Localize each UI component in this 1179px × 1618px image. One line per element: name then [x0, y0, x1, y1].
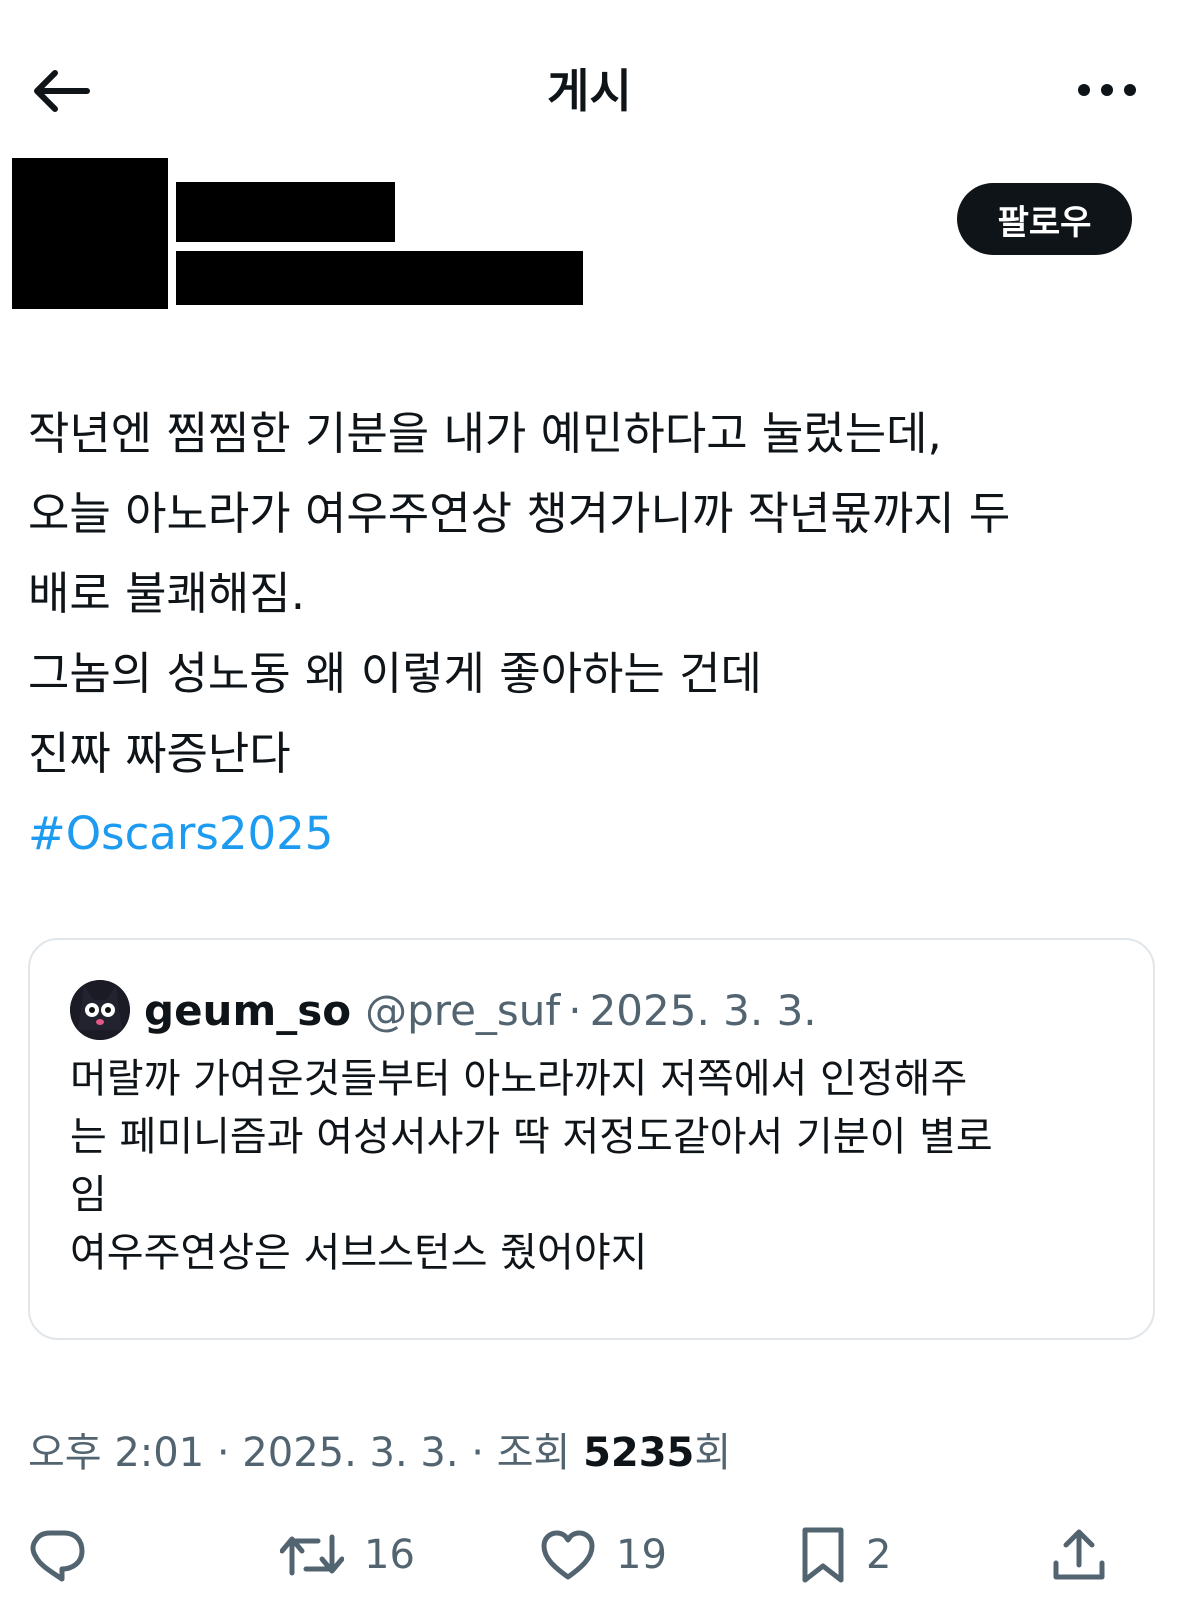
like-button[interactable]: 19 — [540, 1515, 667, 1595]
post-text-line: 배로 불쾌해짐. — [28, 567, 306, 620]
quoted-author-handle[interactable]: @pre_suf — [365, 986, 560, 1035]
quoted-text-line: 여우주연상은 서브스턴스 줬어야지 — [70, 1230, 648, 1276]
follow-button[interactable]: 팔로우 — [957, 183, 1132, 255]
views-count[interactable]: 5235 — [583, 1430, 694, 1476]
separator-dot: · — [458, 1430, 497, 1476]
quoted-text-line: 머랄까 가여운것들부터 아노라까지 저쪽에서 인정해주 — [70, 1056, 968, 1102]
post-meta: 오후 2:01 · 2025. 3. 3. · 조회 5235회 — [28, 1420, 731, 1478]
post-text-line: 오늘 아노라가 여우주연상 챙겨가니까 작년몫까지 두 — [28, 487, 1011, 540]
post-text-line: 그놈의 성노동 왜 이렇게 좋아하는 건데 — [28, 647, 762, 700]
retweet-button[interactable]: 16 — [280, 1515, 415, 1595]
redacted-display-name — [176, 182, 395, 242]
redacted-username — [176, 251, 583, 305]
page-title: 게시 — [547, 64, 632, 118]
post-date: 2025. 3. 3. — [242, 1430, 459, 1476]
share-button[interactable] — [1052, 1515, 1106, 1595]
heart-icon — [541, 1530, 595, 1580]
quoted-post-text: 머랄까 가여운것들부터 아노라까지 저쪽에서 인정해주 는 페미니즘과 여성서사… — [70, 1050, 1120, 1282]
redacted-avatar — [12, 158, 168, 309]
reply-button[interactable] — [28, 1515, 86, 1595]
quoted-post-date: 2025. 3. 3. — [589, 985, 817, 1035]
retweet-count: 16 — [364, 1532, 415, 1578]
bookmark-count: 2 — [866, 1532, 892, 1578]
quoted-text-line: 는 페미니즘과 여성서사가 딱 저정도같아서 기분이 별로 — [70, 1114, 993, 1160]
more-horizontal-icon — [1078, 84, 1136, 96]
post-time: 오후 2:01 — [28, 1430, 205, 1476]
retweet-icon — [280, 1534, 344, 1576]
hashtag-link[interactable]: #Oscars2025 — [28, 807, 333, 860]
quoted-text-line: 임 — [70, 1172, 107, 1218]
bookmark-button[interactable]: 2 — [800, 1515, 891, 1595]
post-text-line: 작년엔 찜찜한 기분을 내가 예민하다고 눌렀는데, — [28, 407, 942, 460]
quoted-post-card[interactable]: geum_so @pre_suf · 2025. 3. 3. 머랄까 가여운것들… — [28, 938, 1155, 1340]
quoted-post-header: geum_so @pre_suf · 2025. 3. 3. — [70, 978, 817, 1042]
action-bar: 16 19 2 — [0, 1515, 1179, 1595]
like-count: 19 — [616, 1532, 667, 1578]
share-icon — [1053, 1529, 1105, 1580]
post-text: 작년엔 찜찜한 기분을 내가 예민하다고 눌렀는데, 오늘 아노라가 여우주연상… — [28, 394, 1158, 874]
quoted-author-name[interactable]: geum_so — [144, 986, 351, 1035]
separator-dot: · — [204, 1430, 243, 1476]
bookmark-icon — [802, 1527, 844, 1583]
views-suffix: 회 — [694, 1430, 732, 1476]
quoted-author-avatar[interactable] — [70, 980, 130, 1040]
more-options-button[interactable] — [1062, 60, 1152, 120]
views-label: 조회 — [496, 1430, 584, 1476]
post-text-line: 진짜 짜증난다 — [28, 727, 291, 780]
top-bar: 게시 — [0, 0, 1179, 150]
reply-icon — [30, 1530, 85, 1582]
separator-dot: · — [568, 985, 582, 1035]
